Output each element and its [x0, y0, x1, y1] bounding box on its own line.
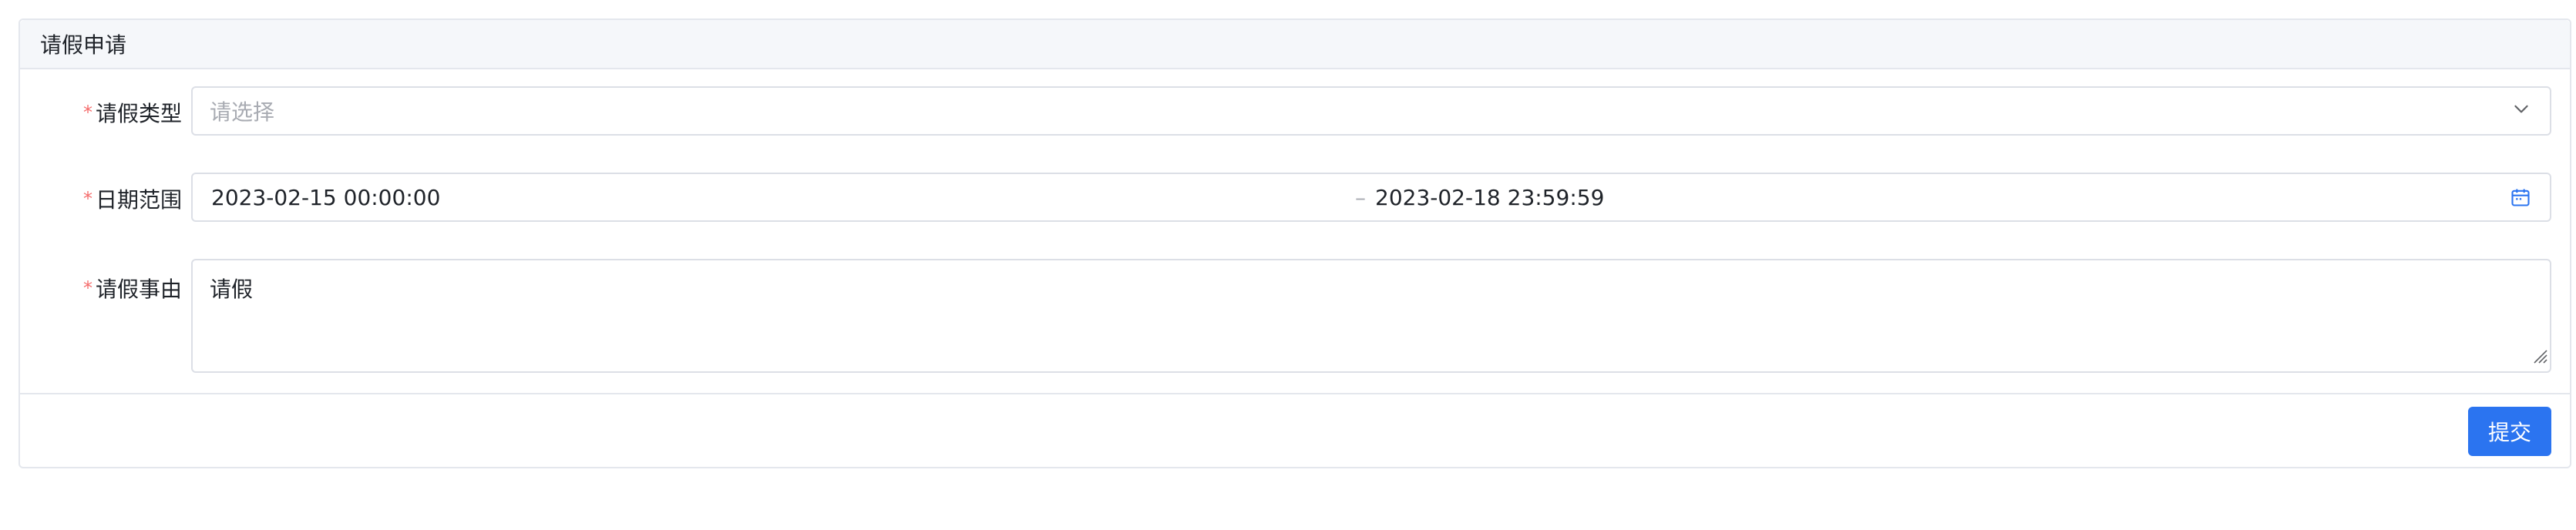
date-end-input[interactable]: 2023-02-18 23:59:59 [1375, 185, 1604, 210]
leave-type-placeholder: 请选择 [210, 99, 275, 125]
leave-type-label-text: 请假类型 [95, 101, 182, 126]
reason-textarea[interactable]: 请假 [191, 259, 2551, 373]
leave-request-card: 请假申请 * 请假类型 请选择 * 日期范围 2023-02-15 00:00:… [18, 18, 2571, 468]
leave-type-select[interactable]: 请选择 [191, 86, 2551, 136]
submit-button[interactable]: 提交 [2468, 407, 2551, 456]
reason-text: 请假 [210, 277, 254, 302]
required-mark: * [82, 188, 92, 210]
card-title: 请假申请 [40, 32, 127, 58]
chevron-down-icon [2511, 99, 2531, 124]
date-range-label: * 日期范围 [83, 183, 182, 214]
date-range-picker[interactable]: 2023-02-15 00:00:00 – 2023-02-18 23:59:5… [191, 173, 2551, 222]
resize-handle-icon[interactable] [2531, 344, 2548, 370]
form-row-leave-type: * 请假类型 请选择 [20, 86, 2570, 136]
reason-label-text: 请假事由 [95, 277, 182, 302]
date-start-input[interactable]: 2023-02-15 00:00:00 [211, 185, 440, 210]
reason-label: * 请假事由 [83, 273, 182, 304]
date-range-label-text: 日期范围 [95, 187, 182, 213]
required-mark: * [82, 277, 92, 299]
calendar-icon[interactable] [2510, 186, 2531, 213]
leave-type-label: * 请假类型 [83, 97, 182, 128]
required-mark: * [82, 102, 92, 123]
card-footer: 提交 [20, 393, 2570, 467]
card-header: 请假申请 [20, 20, 2570, 69]
date-separator: – [1355, 184, 1366, 210]
form-row-date-range: * 日期范围 2023-02-15 00:00:00 – 2023-02-18 … [20, 173, 2570, 222]
form-row-reason: * 请假事由 请假 [20, 259, 2570, 373]
